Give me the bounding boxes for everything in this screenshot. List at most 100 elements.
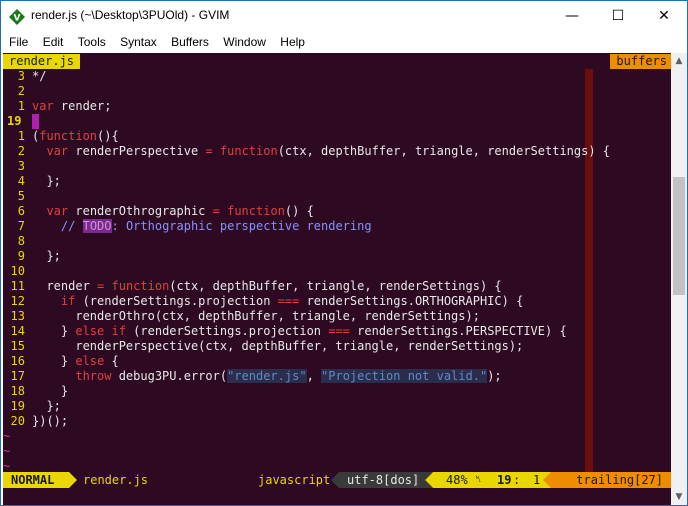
line-number: 11 (10, 279, 25, 293)
line-number: 18 (10, 384, 25, 398)
status-trailing-warning: trailing[27] (551, 472, 671, 488)
line-number: 19 (10, 399, 25, 413)
powerline-arrow-left-icon (543, 472, 551, 488)
code-line[interactable]: 5 (3, 189, 671, 204)
code-line[interactable]: 1 var render; (3, 99, 671, 114)
code-text: var renderOthrographic = function() { (46, 204, 314, 218)
code-line[interactable]: 11 render = function(ctx, depthBuffer, t… (3, 279, 671, 294)
code-text: renderOthro(ctx, depthBuffer, triangle, … (32, 309, 480, 323)
powerline-arrow-left-icon (425, 472, 433, 488)
code-text: var renderPerspective = function(ctx, de… (46, 144, 611, 158)
line-number: 1 (17, 99, 25, 113)
scroll-down-icon[interactable]: ▼ (671, 489, 687, 505)
code-line[interactable]: 9 }; (3, 249, 671, 264)
code-text: (function(){ (32, 129, 119, 143)
line-number: 20 (10, 414, 25, 428)
code-line[interactable]: 19 (3, 114, 671, 129)
code-line[interactable]: 20 })(); (3, 414, 671, 429)
code-line[interactable]: 14 } else if (renderSettings.projection … (3, 324, 671, 339)
maximize-button[interactable]: ☐ (595, 1, 641, 31)
minimize-button[interactable]: — (549, 1, 595, 31)
status-line: NORMAL render.js javascript utf-8[dos] 4… (3, 472, 671, 488)
code-line[interactable]: 3 (3, 159, 671, 174)
line-number: 15 (10, 339, 25, 353)
code-line[interactable]: 8 (3, 234, 671, 249)
line-number: 7 (17, 219, 25, 233)
mode-indicator: NORMAL (3, 472, 69, 488)
menu-edit[interactable]: Edit (43, 32, 64, 52)
code-text: // TODO: Orthographic perspective render… (60, 219, 372, 233)
code-text: throw debug3PU.error("render.js", "Proje… (75, 369, 502, 383)
code-text: renderPerspective(ctx, depthBuffer, tria… (32, 339, 524, 353)
code-line[interactable]: 19 }; (3, 399, 671, 414)
vim-editor[interactable]: render.js buffers 3 */2 1 var render; 19 1 (fu… (3, 53, 687, 505)
line-number: 12 (10, 294, 25, 308)
menu-tools[interactable]: Tools (78, 32, 106, 52)
code-text: var render; (32, 99, 112, 113)
powerline-arrow-left-icon (331, 472, 339, 488)
code-line[interactable]: 2 (3, 84, 671, 99)
code-line[interactable]: 13 renderOthro(ctx, depthBuffer, triangl… (3, 309, 671, 324)
line-number: 14 (10, 324, 25, 338)
command-line[interactable] (3, 488, 671, 505)
menu-help[interactable]: Help (280, 32, 305, 52)
tab-render-js[interactable]: render.js (3, 54, 81, 69)
code-line[interactable]: 15 renderPerspective(ctx, depthBuffer, t… (3, 339, 671, 354)
powerline-arrow-icon (69, 472, 77, 488)
menu-file[interactable]: File (9, 32, 28, 52)
vertical-scrollbar[interactable]: ▲ ▼ (671, 53, 687, 505)
status-percent: 48% (446, 473, 468, 487)
tilde-marker: ~ (3, 444, 11, 458)
code-text: if (renderSettings.projection === render… (60, 294, 524, 308)
scroll-up-icon[interactable]: ▲ (671, 53, 687, 69)
scrollbar-thumb[interactable] (673, 177, 685, 295)
code-line[interactable]: 1 (function(){ (3, 129, 671, 144)
code-text: }; (32, 399, 61, 413)
svg-text:V: V (14, 14, 21, 24)
close-button[interactable]: ✕ (641, 1, 687, 31)
line-number: 3 (17, 69, 25, 83)
code-line[interactable]: 6 var renderOthrographic = function() { (3, 204, 671, 219)
status-filename: render.js (83, 473, 149, 487)
code-text: render = function(ctx, depthBuffer, tria… (32, 279, 502, 293)
line-number: 2 (17, 144, 25, 158)
code-line[interactable]: 10 (3, 264, 671, 279)
title-bar[interactable]: V render.js (~\Desktop\3PUOld) - GVIM — … (1, 1, 687, 32)
gvim-app-icon: V (9, 9, 25, 25)
line-number: 4 (17, 174, 25, 188)
code-buffer[interactable]: 3 */2 1 var render; 19 1 (function(){2 var ren… (3, 69, 671, 474)
menu-window[interactable]: Window (223, 32, 266, 52)
code-line[interactable]: 18 } (3, 384, 671, 399)
code-text: })(); (32, 414, 69, 428)
code-text: }; (32, 174, 61, 188)
line-number: 6 (17, 204, 25, 218)
menu-bar: File Edit Tools Syntax Buffers Window He… (1, 32, 687, 52)
line-number: 5 (17, 189, 25, 203)
code-line[interactable]: 16 } else { (3, 354, 671, 369)
tabline: render.js buffers (3, 53, 687, 69)
code-text: } else if (renderSettings.projection ===… (32, 324, 567, 338)
code-text: }; (32, 249, 61, 263)
line-number: 9 (17, 249, 25, 263)
line-number: 13 (10, 309, 25, 323)
text-cursor (32, 114, 39, 129)
buffers-indicator: buffers (610, 54, 673, 69)
code-line[interactable]: 3 */ (3, 69, 671, 84)
code-line[interactable]: 12 if (renderSettings.projection === ren… (3, 294, 671, 309)
code-line[interactable]: 17 throw debug3PU.error("render.js", "Pr… (3, 369, 671, 384)
status-column: 1 (533, 473, 541, 487)
menu-syntax[interactable]: Syntax (120, 32, 157, 52)
menu-buffers[interactable]: Buffers (171, 32, 209, 52)
status-filetype: javascript (258, 473, 331, 487)
line-number: 3 (17, 159, 25, 173)
line-number: 10 (10, 264, 25, 278)
code-line[interactable]: 7 // TODO: Orthographic perspective rend… (3, 219, 671, 234)
code-text: } else { (32, 354, 119, 368)
line-number-icon: ␤ (475, 475, 483, 485)
line-number: 2 (17, 84, 25, 98)
code-line[interactable]: 4 }; (3, 174, 671, 189)
code-line[interactable]: 2 var renderPerspective = function(ctx, … (3, 144, 671, 159)
line-number: 16 (10, 354, 25, 368)
status-line-number: 19 (497, 473, 512, 487)
gvim-window: V render.js (~\Desktop\3PUOld) - GVIM — … (0, 0, 688, 506)
